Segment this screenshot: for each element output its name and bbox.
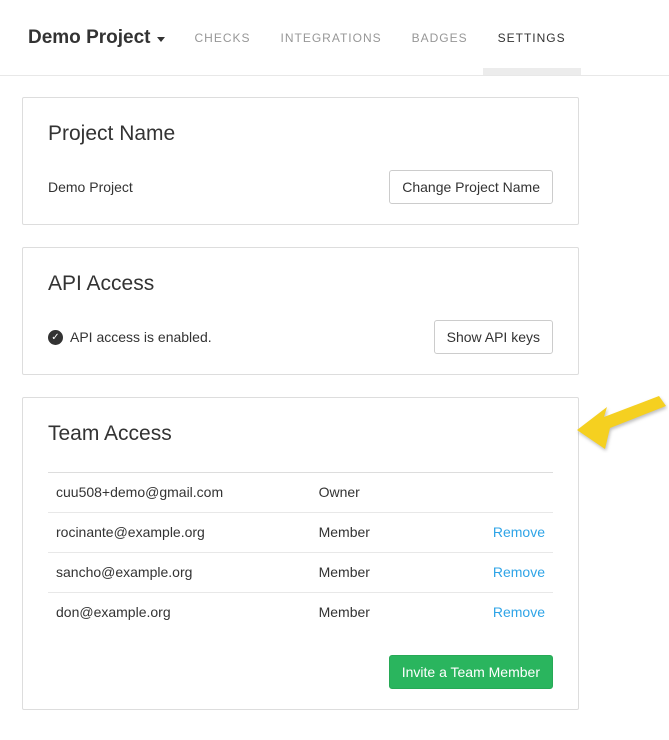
tab-checks[interactable]: CHECKS [179,0,265,75]
member-email: cuu508+demo@gmail.com [48,473,311,513]
change-project-name-button[interactable]: Change Project Name [389,170,553,204]
nav-tabs: CHECKS INTEGRATIONS BADGES SETTINGS [179,0,580,75]
top-nav: Demo Project CHECKS INTEGRATIONS BADGES … [0,0,669,76]
api-access-status: ✓ API access is enabled. [48,329,212,345]
member-action-cell: Remove [447,513,553,553]
member-email: rocinante@example.org [48,513,311,553]
project-name-card-title: Project Name [48,122,553,146]
member-role: Member [311,513,447,553]
team-access-card: Team Access cuu508+demo@gmail.com Owner … [22,397,579,710]
table-row: rocinante@example.org Member Remove [48,513,553,553]
remove-member-link[interactable]: Remove [493,604,545,620]
member-role: Owner [311,473,447,513]
tab-integrations[interactable]: INTEGRATIONS [266,0,397,75]
member-email: sancho@example.org [48,553,311,593]
tab-settings[interactable]: SETTINGS [483,0,581,75]
table-row: sancho@example.org Member Remove [48,553,553,593]
check-circle-icon: ✓ [48,330,63,345]
api-access-card-title: API Access [48,272,553,296]
team-access-card-title: Team Access [48,422,553,446]
table-row: don@example.org Member Remove [48,593,553,633]
caret-down-icon [157,37,165,42]
member-action-cell: Remove [447,553,553,593]
invite-team-member-button[interactable]: Invite a Team Member [389,655,553,689]
member-action-cell: Remove [447,593,553,633]
tab-badges[interactable]: BADGES [397,0,483,75]
member-action-cell [447,473,553,513]
api-access-status-text: API access is enabled. [70,329,212,345]
current-project-name: Demo Project [48,179,133,195]
member-role: Member [311,593,447,633]
member-email: don@example.org [48,593,311,633]
api-access-card: API Access ✓ API access is enabled. Show… [22,247,579,375]
settings-page: Project Name Demo Project Change Project… [0,76,601,710]
project-name-card: Project Name Demo Project Change Project… [22,97,579,225]
table-row: cuu508+demo@gmail.com Owner [48,473,553,513]
remove-member-link[interactable]: Remove [493,524,545,540]
remove-member-link[interactable]: Remove [493,564,545,580]
team-members-table: cuu508+demo@gmail.com Owner rocinante@ex… [48,472,553,632]
show-api-keys-button[interactable]: Show API keys [434,320,553,354]
project-switcher-label: Demo Project [28,27,150,49]
project-switcher-dropdown[interactable]: Demo Project [28,0,165,75]
member-role: Member [311,553,447,593]
